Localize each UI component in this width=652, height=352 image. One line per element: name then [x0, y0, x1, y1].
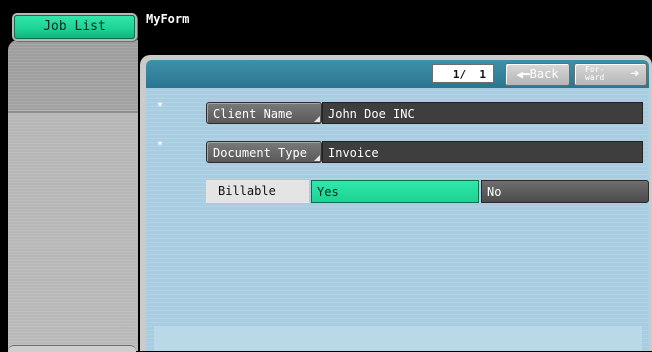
- billable-label: Billable: [206, 180, 309, 203]
- document-type-label: Document Type: [213, 146, 307, 160]
- right-arrow-icon: ➜: [630, 66, 639, 82]
- document-type-field[interactable]: Invoice: [322, 141, 643, 163]
- left-panel-background: [8, 40, 138, 351]
- required-marker: *: [157, 140, 164, 151]
- left-panel-divider: [8, 111, 138, 113]
- forward-button[interactable]: For- ward ➜: [574, 63, 647, 86]
- document-type-button[interactable]: Document Type: [206, 141, 322, 163]
- client-name-field[interactable]: John Doe INC: [322, 102, 643, 124]
- billable-option-yes[interactable]: Yes: [311, 180, 479, 203]
- required-marker: *: [157, 101, 164, 112]
- corner-indicator-icon: [314, 116, 320, 122]
- billable-option-no[interactable]: No: [481, 180, 649, 203]
- form-title: MyForm: [146, 12, 190, 26]
- job-list-button[interactable]: Job List: [14, 15, 135, 39]
- client-name-label: Client Name: [213, 107, 293, 121]
- page-total: 1: [479, 68, 486, 81]
- corner-indicator-icon: [314, 155, 320, 161]
- form-content: [146, 88, 649, 351]
- back-button-label: Back: [529, 67, 559, 81]
- forward-button-label: For- ward: [585, 65, 605, 82]
- left-panel: Job List: [0, 0, 140, 352]
- page-indicator: 1/ 1: [432, 64, 494, 83]
- client-name-button[interactable]: Client Name: [206, 102, 322, 124]
- page-current: 1/: [452, 68, 467, 81]
- form-content-bottom: [154, 326, 642, 351]
- back-button[interactable]: ◀━Back: [505, 63, 570, 86]
- left-arrow-icon: ◀━: [516, 68, 530, 81]
